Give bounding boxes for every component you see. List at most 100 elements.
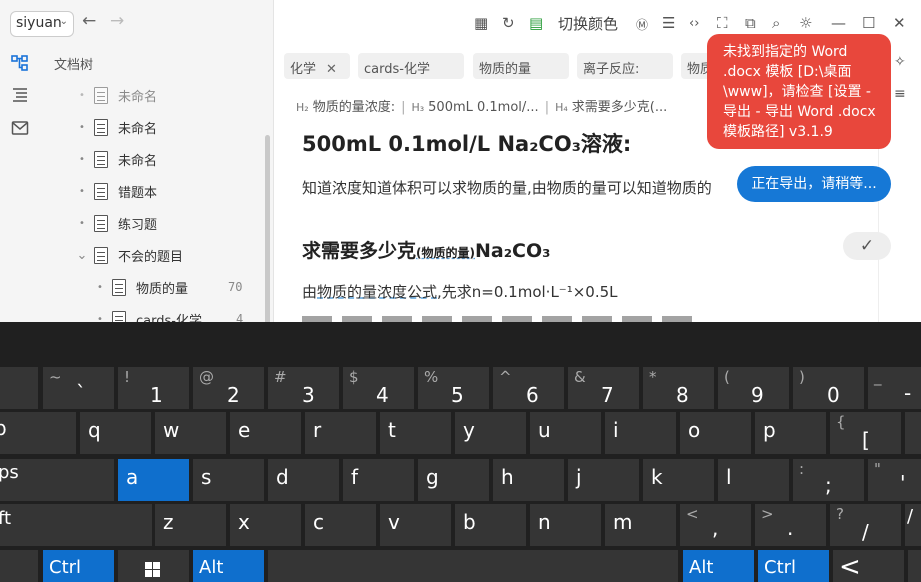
tag-chip[interactable]: cards-化学: [358, 53, 464, 79]
forward-arrow-icon[interactable]: →: [110, 11, 124, 31]
key-z[interactable]: z: [155, 504, 226, 546]
chevron-down-icon[interactable]: ⌄: [74, 248, 90, 263]
key-ctrl-right[interactable]: Ctrl: [758, 550, 829, 582]
key-caps-lock[interactable]: ps: [0, 459, 114, 501]
maximize-icon[interactable]: ☐: [862, 14, 875, 32]
key-6[interactable]: ^ 6: [493, 367, 564, 409]
key[interactable]: [0, 367, 38, 409]
tree-item[interactable]: • 未命名: [74, 80, 157, 110]
key-space[interactable]: [268, 550, 678, 582]
search-icon[interactable]: ⌕: [772, 14, 780, 32]
key-shift-left[interactable]: ft: [0, 504, 152, 546]
breadcrumb-item[interactable]: H₂ 物质的量浓度:: [296, 100, 395, 115]
key-slash[interactable]: ? /: [830, 504, 901, 546]
inbox-icon[interactable]: [11, 119, 29, 137]
key-windows[interactable]: [118, 550, 189, 582]
key-k[interactable]: k: [643, 459, 714, 501]
key-4[interactable]: $4: [343, 367, 414, 409]
key-minus[interactable]: _ -: [868, 367, 921, 409]
doc-paragraph[interactable]: 知道浓度知道体积可以求物质的量,由物质的量可以知道物质的: [302, 177, 712, 198]
key-right-bracket[interactable]: [905, 412, 921, 454]
key-x[interactable]: x: [230, 504, 301, 546]
key-alt-right[interactable]: Alt: [683, 550, 754, 582]
tree-item-expanded[interactable]: ⌄ 不会的题目: [74, 240, 183, 270]
key-f[interactable]: f: [343, 459, 414, 501]
key-7[interactable]: & 7: [568, 367, 639, 409]
key-2[interactable]: @2: [193, 367, 264, 409]
pin-icon[interactable]: ✧: [894, 54, 906, 70]
outline-icon[interactable]: [11, 86, 29, 104]
tree-item[interactable]: • 错题本: [74, 176, 157, 206]
tree-item[interactable]: • 物质的量 70: [92, 272, 242, 302]
tree-item[interactable]: • cards-化学 4: [92, 304, 243, 322]
key-m[interactable]: m: [605, 504, 676, 546]
key-up[interactable]: /: [905, 504, 921, 546]
workspace-select[interactable]: siyuan ⌄: [10, 11, 74, 37]
key-9[interactable]: (9: [718, 367, 789, 409]
sidebar-scrollbar[interactable]: [265, 135, 270, 322]
tag-chip[interactable]: 离子反应:: [577, 53, 673, 79]
tag-chip[interactable]: 物质的量: [473, 53, 569, 79]
key-d[interactable]: d: [268, 459, 339, 501]
key-i[interactable]: i: [605, 412, 676, 454]
breadcrumb-item[interactable]: H₃ 500mL 0.1mol/...: [411, 100, 538, 115]
switch-color-button[interactable]: 切换颜色: [558, 13, 618, 34]
confirm-check-button[interactable]: ✓: [843, 232, 891, 260]
key-a[interactable]: a: [118, 459, 189, 501]
key-w[interactable]: w: [155, 412, 226, 454]
key-q[interactable]: q: [80, 412, 151, 454]
key-alt-left[interactable]: Alt: [193, 550, 264, 582]
fullscreen-icon[interactable]: ⛶: [717, 14, 728, 32]
key-v[interactable]: v: [380, 504, 451, 546]
key-c[interactable]: c: [305, 504, 376, 546]
key-fn[interactable]: [0, 550, 38, 582]
back-arrow-icon[interactable]: ←: [82, 11, 96, 31]
close-icon[interactable]: ✕: [326, 62, 337, 77]
key-r[interactable]: r: [305, 412, 376, 454]
tree-item[interactable]: • 未命名: [74, 144, 157, 174]
paragraph-link[interactable]: 物质的量浓度公式: [317, 283, 437, 301]
key-8[interactable]: * 8: [643, 367, 714, 409]
tree-item[interactable]: • 未命名: [74, 112, 157, 142]
key-tab[interactable]: p: [0, 412, 76, 454]
key-y[interactable]: y: [455, 412, 526, 454]
settings-icon[interactable]: ☼: [799, 14, 812, 32]
key-ctrl-left[interactable]: Ctrl: [43, 550, 114, 582]
key-semicolon[interactable]: :;: [793, 459, 864, 501]
minimize-icon[interactable]: —: [831, 14, 846, 32]
outline-toggle-icon[interactable]: ≡: [894, 86, 906, 102]
key-down-arrow[interactable]: [908, 550, 921, 582]
key-p[interactable]: p: [755, 412, 826, 454]
key-g[interactable]: g: [418, 459, 489, 501]
key-s[interactable]: s: [193, 459, 264, 501]
table-icon[interactable]: ▦: [474, 14, 488, 32]
menu-icon[interactable]: ☰: [662, 14, 675, 32]
key-period[interactable]: >.: [755, 504, 826, 546]
key-o[interactable]: o: [680, 412, 751, 454]
doc-paragraph[interactable]: 由物质的量浓度公式,先求n=0.1mol·L⁻¹×0.5L: [302, 281, 618, 302]
close-icon[interactable]: ✕: [893, 14, 906, 32]
doc-tree-icon[interactable]: [11, 54, 29, 72]
key-backtick[interactable]: ~ `: [43, 367, 114, 409]
key-quote[interactable]: " ': [868, 459, 921, 501]
markdown-icon[interactable]: Ⓜ: [636, 16, 648, 33]
info-notification[interactable]: 正在导出，请稍等...: [737, 166, 891, 202]
key-comma[interactable]: <,: [680, 504, 751, 546]
key-e[interactable]: e: [230, 412, 301, 454]
error-notification[interactable]: 未找到指定的 Word .docx 模板 [D:\桌面\www]，请检查 [设置…: [707, 34, 891, 149]
key-3[interactable]: #3: [268, 367, 339, 409]
key-u[interactable]: u: [530, 412, 601, 454]
key-0[interactable]: ) 0: [793, 367, 864, 409]
breadcrumb-item[interactable]: H₄ 求需要多少克(...: [555, 100, 667, 115]
key-l[interactable]: l: [718, 459, 789, 501]
key-5[interactable]: % 5: [418, 367, 489, 409]
key-left-arrow[interactable]: <: [833, 550, 904, 582]
key-j[interactable]: j: [568, 459, 639, 501]
key-1[interactable]: ! 1: [118, 367, 189, 409]
code-icon[interactable]: ‹›: [689, 16, 699, 31]
doc-heading-h3[interactable]: 500mL 0.1mol/L Na₂CO₃溶液:: [302, 128, 631, 158]
refresh-icon[interactable]: ↻: [502, 14, 515, 32]
doc-heading-h4[interactable]: 求需要多少克(物质的量)Na₂CO₃: [302, 236, 550, 263]
key-left-bracket[interactable]: {[: [830, 412, 901, 454]
tag-chip[interactable]: 化学 ✕: [284, 53, 350, 79]
